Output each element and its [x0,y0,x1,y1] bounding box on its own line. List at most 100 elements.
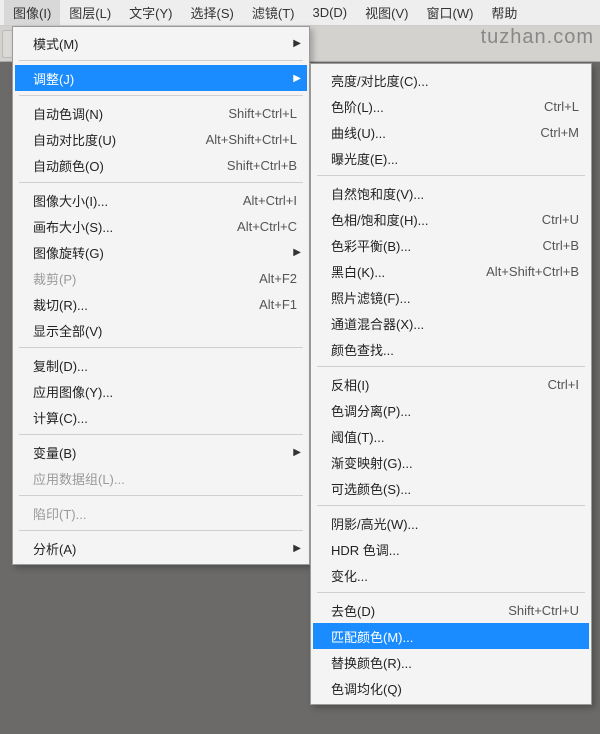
menuitem-label: 照片滤镜(F)... [331,288,579,307]
menuitem-crop-p: 裁剪(P) Alt+F2 [15,265,307,291]
adjustments-submenu: 亮度/对比度(C)... 色阶(L)... Ctrl+L 曲线(U)... Ct… [310,63,592,705]
menuitem-label: 通道混合器(X)... [331,314,579,333]
menuitem-gradient-map[interactable]: 渐变映射(G)... [313,449,589,475]
menuitem-mode[interactable]: 模式(M) ▶ [15,30,307,56]
menuitem-label: 显示全部(V) [33,321,297,340]
menuitem-black-white[interactable]: 黑白(K)... Alt+Shift+Ctrl+B [313,258,589,284]
menuitem-threshold[interactable]: 阈值(T)... [313,423,589,449]
menuitem-adjustments[interactable]: 调整(J) ▶ [15,65,307,91]
submenu-arrow-icon: ▶ [293,447,301,458]
submenu-arrow-icon: ▶ [293,73,301,84]
menuitem-label: 色相/饱和度(H)... [331,210,518,229]
menuitem-label: 变量(B) [33,443,297,462]
shortcut: Shift+Ctrl+L [204,106,297,121]
menuitem-label: 模式(M) [33,34,297,53]
menuitem-label: 色阶(L)... [331,97,520,116]
menuitem-hdr-toning[interactable]: HDR 色调... [313,536,589,562]
menuitem-match-color[interactable]: 匹配颜色(M)... [313,623,589,649]
menuitem-duplicate[interactable]: 复制(D)... [15,352,307,378]
submenu-arrow-icon: ▶ [293,247,301,258]
menuitem-photo-filter[interactable]: 照片滤镜(F)... [313,284,589,310]
menuitem-vibrance[interactable]: 自然饱和度(V)... [313,180,589,206]
separator [19,347,303,348]
menuitem-posterize[interactable]: 色调分离(P)... [313,397,589,423]
menu-window[interactable]: 窗口(W) [417,0,482,25]
menuitem-channel-mixer[interactable]: 通道混合器(X)... [313,310,589,336]
separator [317,505,585,506]
separator [317,592,585,593]
separator [19,495,303,496]
shortcut: Shift+Ctrl+U [484,603,579,618]
menu-view[interactable]: 视图(V) [356,0,417,25]
separator [19,60,303,61]
menuitem-calculations[interactable]: 计算(C)... [15,404,307,430]
menuitem-label: 阴影/高光(W)... [331,514,579,533]
menuitem-replace-color[interactable]: 替换颜色(R)... [313,649,589,675]
menuitem-equalize[interactable]: 色调均化(Q) [313,675,589,701]
watermark: tuzhan.com [481,26,594,49]
menu-image[interactable]: 图像(I) [4,0,60,25]
menuitem-label: 渐变映射(G)... [331,453,579,472]
menuitem-image-size[interactable]: 图像大小(I)... Alt+Ctrl+I [15,187,307,213]
menuitem-label: 分析(A) [33,539,297,558]
menuitem-label: HDR 色调... [331,540,579,559]
menuitem-label: 曲线(U)... [331,123,516,142]
menu-select[interactable]: 选择(S) [182,0,243,25]
menuitem-auto-color[interactable]: 自动颜色(O) Shift+Ctrl+B [15,152,307,178]
shortcut: Ctrl+L [520,99,579,114]
menuitem-label: 画布大小(S)... [33,217,213,236]
menuitem-label: 曝光度(E)... [331,149,579,168]
menuitem-label: 自动颜色(O) [33,156,203,175]
menuitem-apply-image[interactable]: 应用图像(Y)... [15,378,307,404]
menuitem-desaturate[interactable]: 去色(D) Shift+Ctrl+U [313,597,589,623]
menuitem-label: 阈值(T)... [331,427,579,446]
menuitem-label: 应用图像(Y)... [33,382,297,401]
menuitem-canvas-size[interactable]: 画布大小(S)... Alt+Ctrl+C [15,213,307,239]
menuitem-label: 计算(C)... [33,408,297,427]
separator [19,434,303,435]
menuitem-color-balance[interactable]: 色彩平衡(B)... Ctrl+B [313,232,589,258]
shortcut: Ctrl+B [519,238,579,253]
menuitem-label: 可选颜色(S)... [331,479,579,498]
menuitem-brightness-contrast[interactable]: 亮度/对比度(C)... [313,67,589,93]
menu-layer[interactable]: 图层(L) [60,0,120,25]
menuitem-variables[interactable]: 变量(B) ▶ [15,439,307,465]
menu-type[interactable]: 文字(Y) [120,0,181,25]
menuitem-shadows-highlights[interactable]: 阴影/高光(W)... [313,510,589,536]
shortcut: Ctrl+M [516,125,579,140]
menu-filter[interactable]: 滤镜(T) [243,0,304,25]
menuitem-apply-dataset: 应用数据组(L)... [15,465,307,491]
shortcut: Alt+Ctrl+C [213,219,297,234]
menuitem-trap: 陷印(T)... [15,500,307,526]
menuitem-curves[interactable]: 曲线(U)... Ctrl+M [313,119,589,145]
menu-3d[interactable]: 3D(D) [303,2,356,23]
menuitem-auto-contrast[interactable]: 自动对比度(U) Alt+Shift+Ctrl+L [15,126,307,152]
menuitem-auto-tone[interactable]: 自动色调(N) Shift+Ctrl+L [15,100,307,126]
submenu-arrow-icon: ▶ [293,38,301,49]
menuitem-analysis[interactable]: 分析(A) ▶ [15,535,307,561]
menuitem-invert[interactable]: 反相(I) Ctrl+I [313,371,589,397]
menuitem-color-lookup[interactable]: 颜色查找... [313,336,589,362]
menuitem-label: 自动色调(N) [33,104,204,123]
menuitem-variations[interactable]: 变化... [313,562,589,588]
menuitem-label: 自然饱和度(V)... [331,184,579,203]
menuitem-label: 亮度/对比度(C)... [331,71,579,90]
menuitem-label: 色调均化(Q) [331,679,579,698]
menuitem-image-rotation[interactable]: 图像旋转(G) ▶ [15,239,307,265]
menuitem-selective-color[interactable]: 可选颜色(S)... [313,475,589,501]
menubar: 图像(I) 图层(L) 文字(Y) 选择(S) 滤镜(T) 3D(D) 视图(V… [0,0,600,26]
image-menu: 模式(M) ▶ 调整(J) ▶ 自动色调(N) Shift+Ctrl+L 自动对… [12,26,310,565]
shortcut: Alt+F1 [235,297,297,312]
menuitem-levels[interactable]: 色阶(L)... Ctrl+L [313,93,589,119]
menuitem-label: 图像旋转(G) [33,243,297,262]
menuitem-label: 变化... [331,566,579,585]
shortcut: Ctrl+U [518,212,579,227]
menuitem-exposure[interactable]: 曝光度(E)... [313,145,589,171]
menuitem-hue-saturation[interactable]: 色相/饱和度(H)... Ctrl+U [313,206,589,232]
menu-help[interactable]: 帮助 [482,0,526,25]
menuitem-trim[interactable]: 裁切(R)... Alt+F1 [15,291,307,317]
separator [317,366,585,367]
menuitem-reveal-all[interactable]: 显示全部(V) [15,317,307,343]
shortcut: Alt+Shift+Ctrl+L [182,132,297,147]
separator [19,95,303,96]
